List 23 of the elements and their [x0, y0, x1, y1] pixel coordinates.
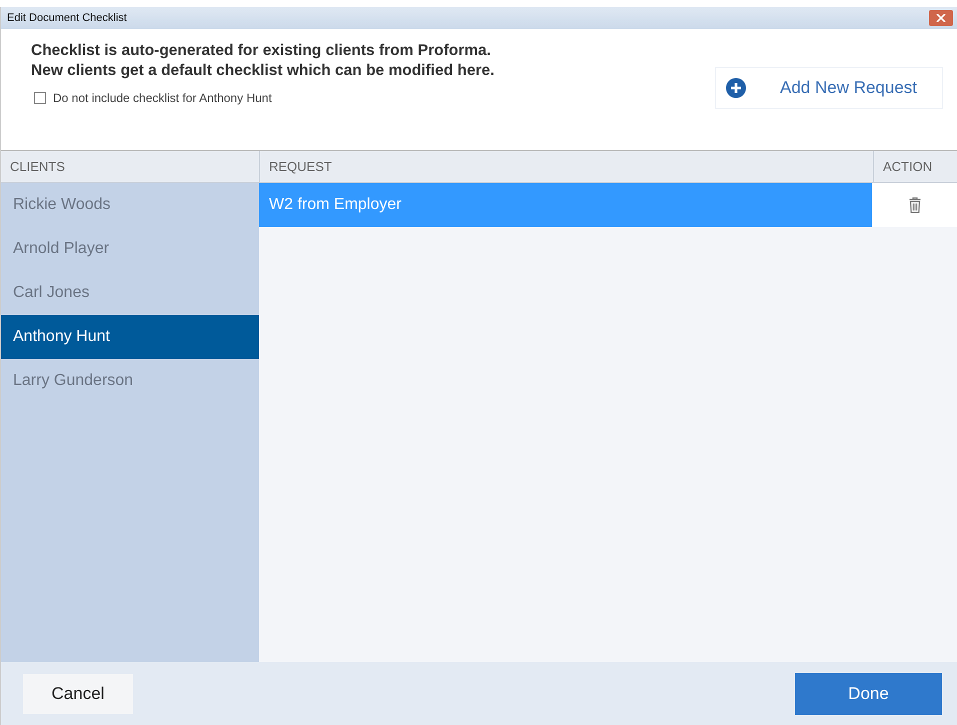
client-item[interactable]: Anthony Hunt [1, 315, 259, 359]
window-title: Edit Document Checklist [7, 12, 127, 24]
instruction-text: Checklist is auto-generated for existing clients from Proforma. [31, 41, 492, 61]
instruction-text: New clients get a default checklist which can be modified here. [31, 61, 494, 81]
checkbox[interactable] [34, 92, 46, 104]
add-request-button[interactable]: Add New Request [715, 67, 943, 109]
column-header: CLIENTS [1, 151, 259, 183]
checkbox-label: Do not include checklist for Anthony Hunt [53, 91, 272, 105]
request-row[interactable]: W2 from Employer [259, 183, 872, 227]
cancel-button[interactable]: Cancel [23, 674, 133, 714]
delete-button[interactable] [872, 183, 957, 227]
close-button[interactable] [929, 10, 953, 26]
client-item[interactable]: Rickie Woods [1, 183, 259, 227]
exclude-checkbox[interactable]: Do not include checklist for Anthony Hunt [34, 91, 494, 105]
client-item[interactable]: Arnold Player [1, 227, 259, 271]
column-header: ACTION [873, 151, 957, 183]
client-item[interactable]: Larry Gunderson [1, 359, 259, 403]
plus-circle-icon [726, 78, 746, 98]
column-header: REQUEST [259, 151, 873, 183]
trash-icon [908, 197, 920, 213]
close-icon [936, 14, 946, 22]
done-button[interactable]: Done [795, 672, 942, 714]
client-item[interactable]: Carl Jones [1, 271, 259, 315]
